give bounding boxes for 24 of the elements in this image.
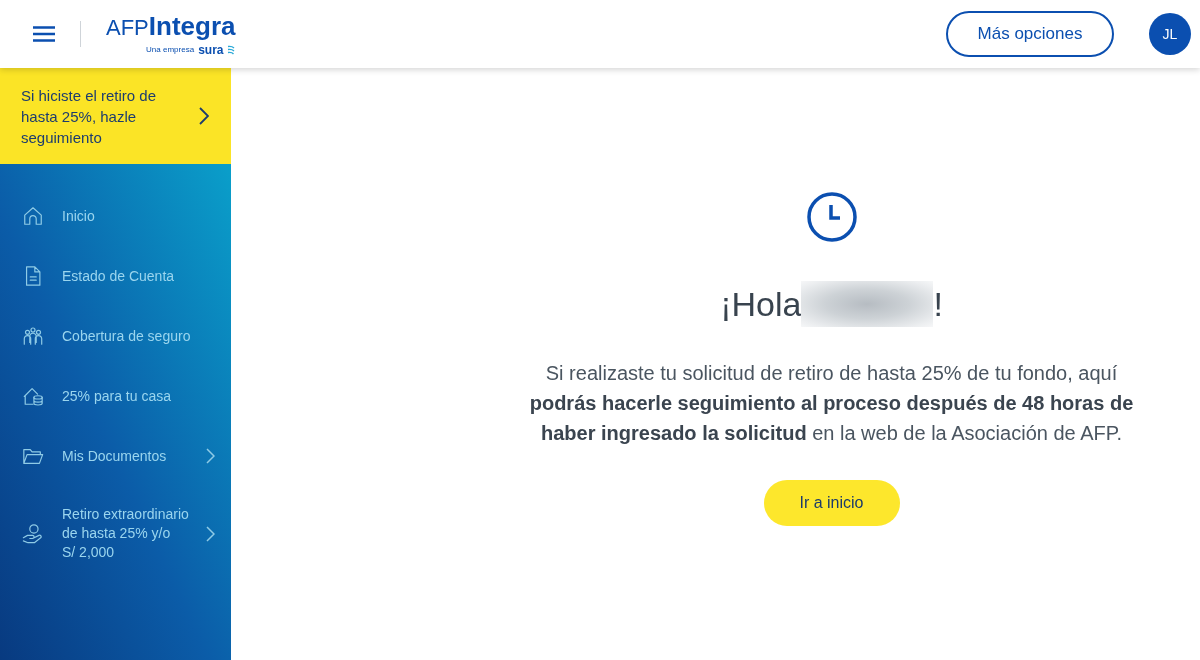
sidebar-item[interactable]: Inicio <box>0 186 231 246</box>
swoosh-icon <box>227 45 236 55</box>
logo-wordmark: AFPIntegra <box>106 12 236 42</box>
sidebar-item[interactable]: 25% para tu casa <box>0 366 231 426</box>
sidebar-item[interactable]: Estado de Cuenta <box>0 246 231 306</box>
clock-icon <box>806 192 857 242</box>
sidebar-item[interactable]: Mis Documentos <box>0 426 231 486</box>
go-home-button[interactable]: Ir a inicio <box>763 480 900 526</box>
greeting-text: ! <box>933 284 943 324</box>
user-avatar[interactable]: JL <box>1149 13 1191 55</box>
more-options-button[interactable]: Más opciones <box>946 11 1114 57</box>
sidebar-item[interactable]: Retiro extraordinario de hasta 25% y/o S/ 2,000 <box>0 486 231 581</box>
hand-coin-icon <box>22 522 44 545</box>
people-group-icon <box>22 325 44 347</box>
sidebar-item[interactable]: Cobertura de seguro <box>0 306 231 366</box>
chevron-right-icon <box>199 107 209 125</box>
logo-tagline: Una empresa <box>146 45 195 55</box>
tracking-banner[interactable]: Si hiciste el retiro de hasta 25%, hazle seguimiento <box>0 68 231 164</box>
greeting-text: ¡Hola <box>720 284 802 324</box>
menu-icon[interactable] <box>33 26 55 42</box>
house-coins-icon <box>22 385 44 407</box>
house-icon <box>22 205 44 227</box>
info-message: Si realizaste tu solicitud de retiro de hasta 25% de tu fondo, aquí podrás hacerle seguimiento al proceso después de 48 horas de haber ingresado la solicitud en la web de la Asociación de AFP. <box>528 361 1135 446</box>
brand-name: sura <box>198 44 224 56</box>
